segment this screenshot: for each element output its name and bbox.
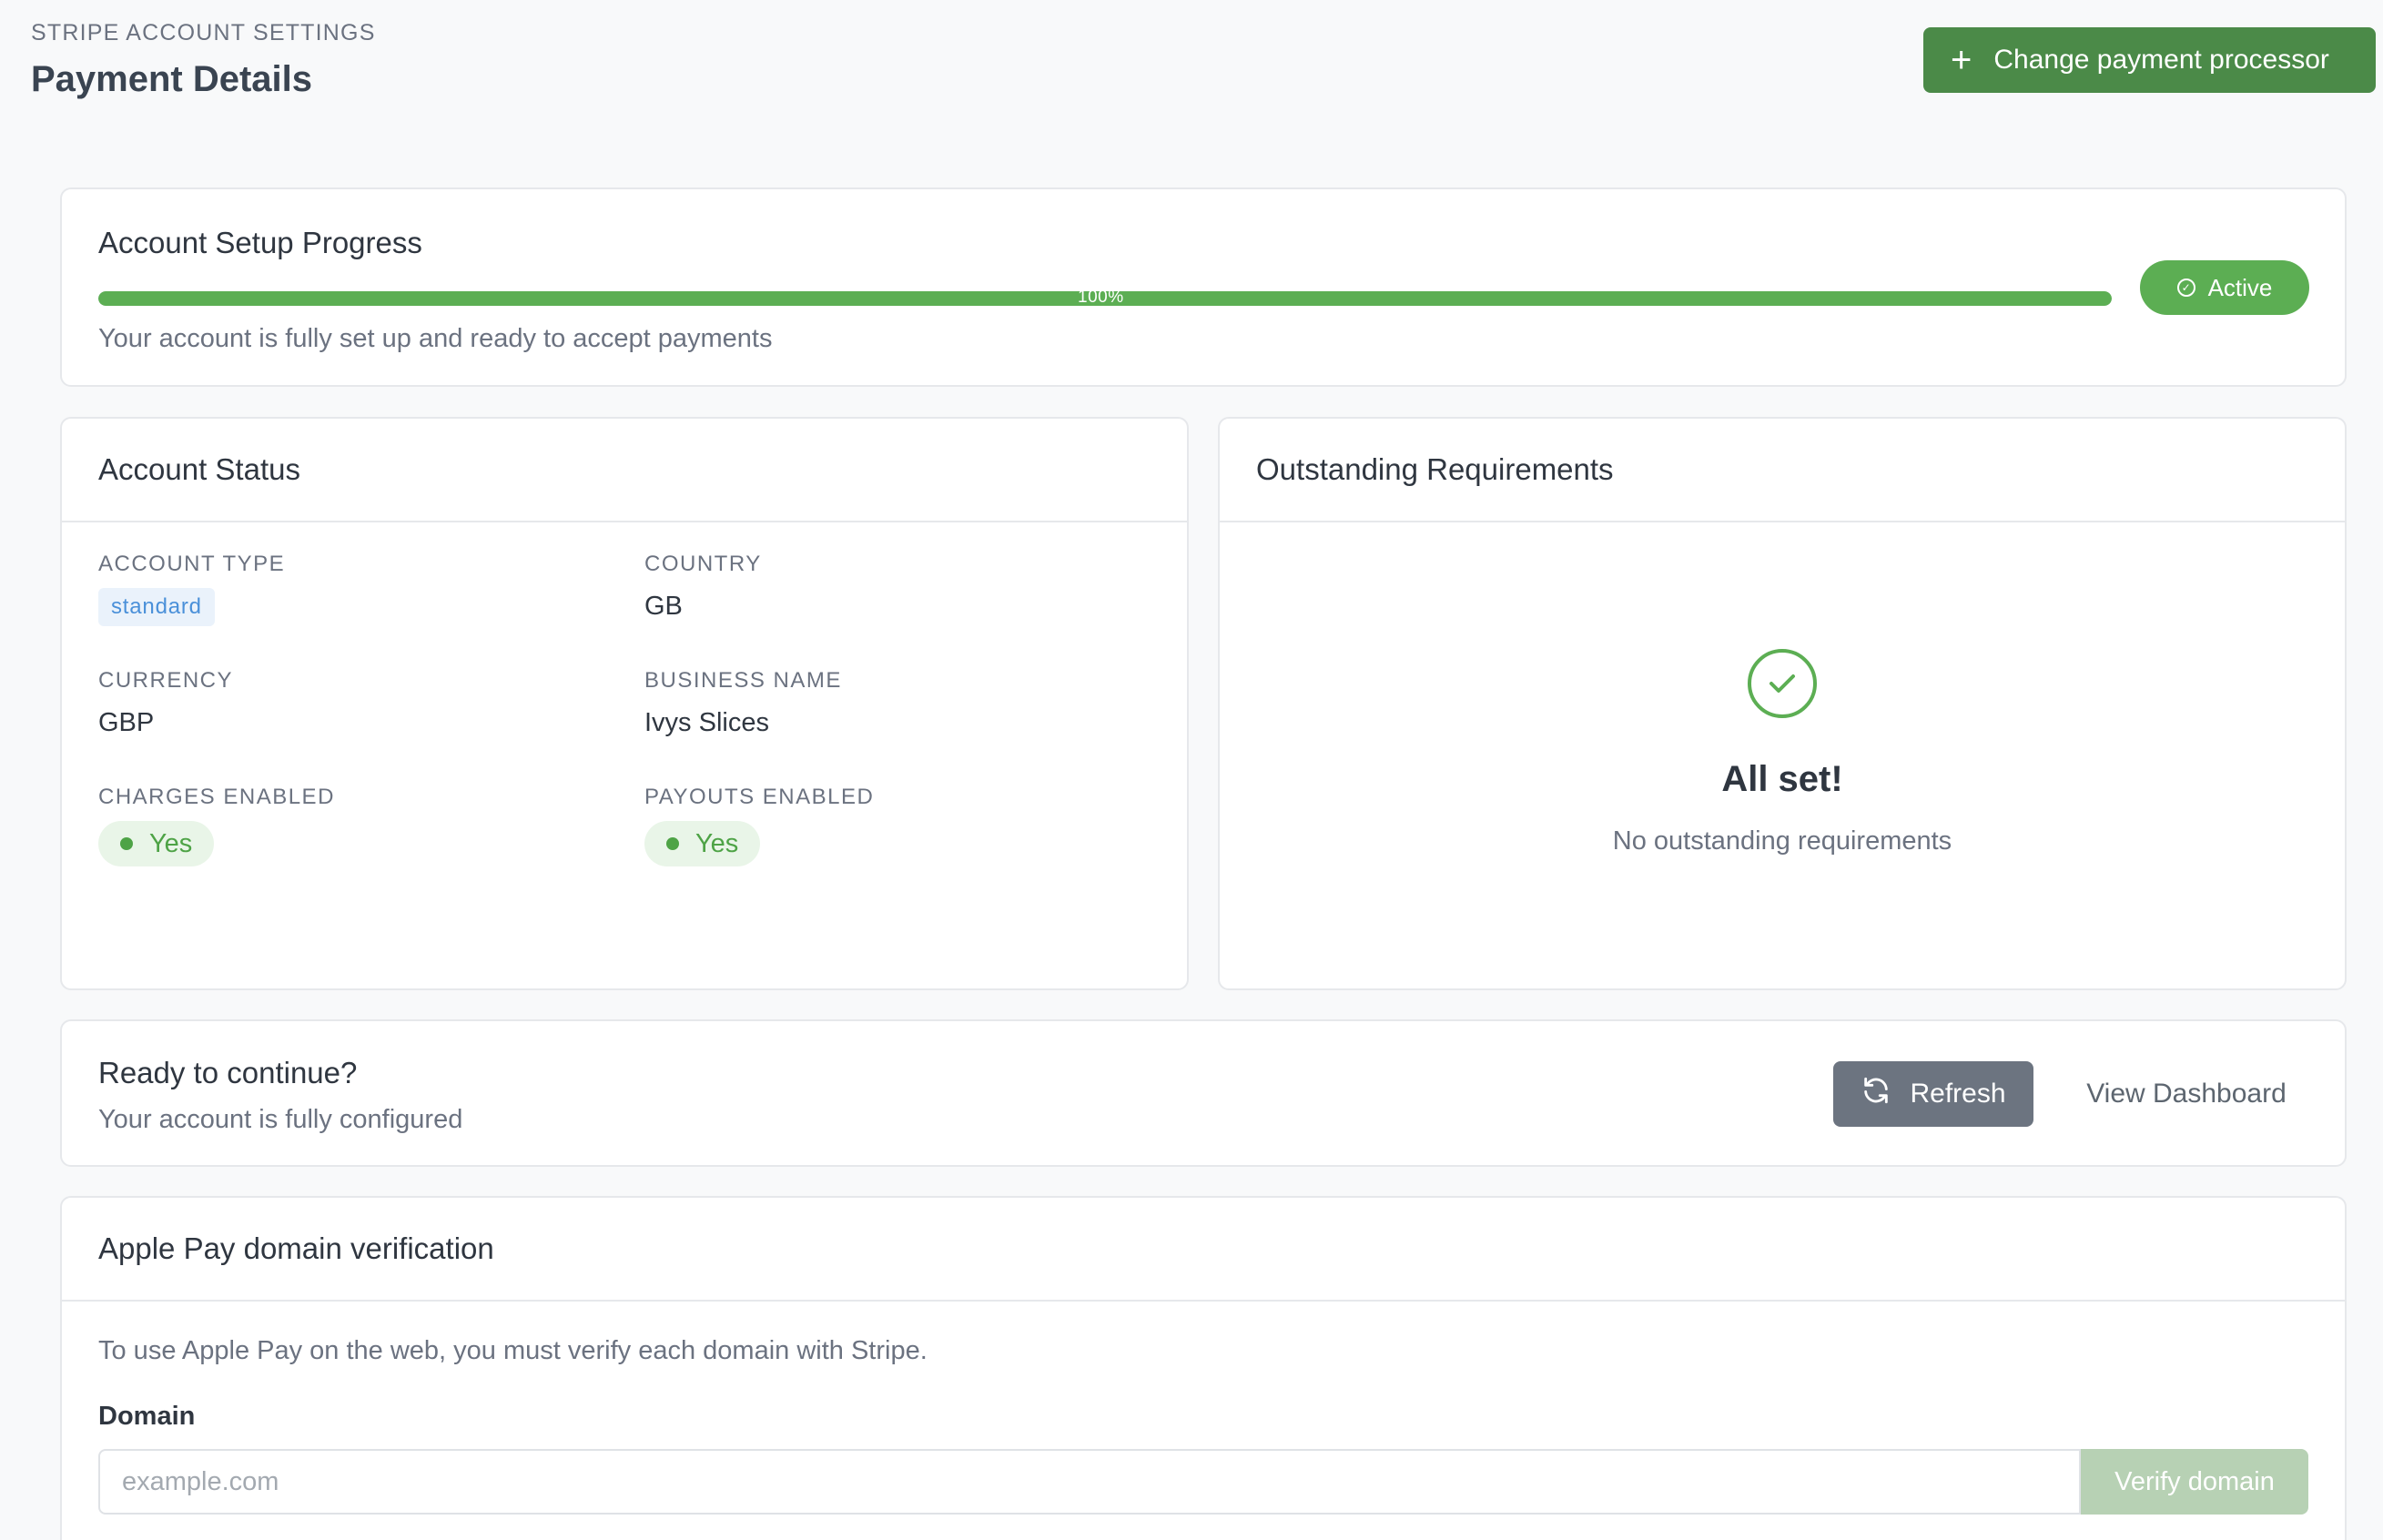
business-name-field: BUSINESS NAME Ivys Slices xyxy=(644,668,842,738)
page-eyebrow: STRIPE ACCOUNT SETTINGS xyxy=(31,20,376,46)
business-name-value: Ivys Slices xyxy=(644,708,769,737)
charges-enabled-value: Yes xyxy=(149,828,193,858)
requirements-title: Outstanding Requirements xyxy=(1256,452,1614,486)
continue-title: Ready to continue? xyxy=(98,1056,358,1089)
currency-label: CURRENCY xyxy=(98,668,234,693)
change-payment-processor-button[interactable]: + Change payment processor xyxy=(1923,27,2376,93)
apple-pay-verification-card: Apple Pay domain verification To use App… xyxy=(60,1196,2347,1540)
status-dot-icon xyxy=(666,837,679,850)
currency-value: GBP xyxy=(98,708,155,737)
payouts-enabled-badge: Yes xyxy=(644,821,761,866)
charges-enabled-field: CHARGES ENABLED Yes xyxy=(98,785,335,866)
page-title: Payment Details xyxy=(31,59,313,99)
account-type-field: ACCOUNT TYPE standard xyxy=(98,552,285,626)
status-dot-icon xyxy=(120,837,133,850)
requirements-header: Outstanding Requirements xyxy=(1220,419,2345,522)
outstanding-requirements-card: Outstanding Requirements All set! No out… xyxy=(1218,417,2347,990)
no-requirements-message: No outstanding requirements xyxy=(1612,826,1952,856)
payment-details-page: STRIPE ACCOUNT SETTINGS Payment Details … xyxy=(0,0,2383,1540)
payouts-enabled-label: PAYOUTS ENABLED xyxy=(644,785,875,809)
domain-input[interactable] xyxy=(98,1449,2081,1515)
currency-field: CURRENCY GBP xyxy=(98,668,233,738)
apple-pay-description: To use Apple Pay on the web, you must ve… xyxy=(98,1336,928,1365)
domain-label: Domain xyxy=(98,1402,196,1431)
verify-domain-button[interactable]: Verify domain xyxy=(2081,1449,2308,1515)
active-status-label: Active xyxy=(2207,273,2273,301)
apple-pay-header: Apple Pay domain verification xyxy=(62,1198,2345,1302)
progress-description: Your account is fully set up and ready t… xyxy=(98,324,773,353)
active-status-badge: ✓ Active xyxy=(2140,260,2309,315)
account-status-card: Account Status ACCOUNT TYPE standard COU… xyxy=(60,417,1189,990)
country-label: COUNTRY xyxy=(644,552,762,576)
business-name-label: BUSINESS NAME xyxy=(644,668,842,693)
account-setup-progress-card: Account Setup Progress 100% Your account… xyxy=(60,187,2347,387)
all-set-heading: All set! xyxy=(1721,759,1843,799)
refresh-button[interactable]: Refresh xyxy=(1833,1061,2033,1127)
account-status-title: Account Status xyxy=(98,452,300,486)
charges-enabled-badge: Yes xyxy=(98,821,215,866)
progress-title: Account Setup Progress xyxy=(98,226,422,259)
check-circle-icon: ✓ xyxy=(2176,279,2195,297)
country-value: GB xyxy=(644,592,683,621)
refresh-icon xyxy=(1861,1075,1891,1113)
account-status-header: Account Status xyxy=(62,419,1187,522)
payouts-enabled-value: Yes xyxy=(695,828,739,858)
setup-progress-value: 100% xyxy=(1078,288,1124,307)
charges-enabled-label: CHARGES ENABLED xyxy=(98,785,335,809)
country-field: COUNTRY GB xyxy=(644,552,762,622)
refresh-label: Refresh xyxy=(1910,1079,2006,1109)
account-type-label: ACCOUNT TYPE xyxy=(98,552,286,576)
account-type-badge: standard xyxy=(98,588,215,626)
payouts-enabled-field: PAYOUTS ENABLED Yes xyxy=(644,785,874,866)
change-payment-processor-label: Change payment processor xyxy=(1993,45,2329,75)
apple-pay-title: Apple Pay domain verification xyxy=(98,1231,494,1265)
page-header: STRIPE ACCOUNT SETTINGS Payment Details xyxy=(31,20,376,100)
ready-to-continue-card: Ready to continue? Your account is fully… xyxy=(60,1019,2347,1167)
plus-icon: + xyxy=(1951,40,1972,80)
continue-description: Your account is fully configured xyxy=(98,1105,463,1134)
check-circle-icon xyxy=(1748,649,1817,718)
view-dashboard-button[interactable]: View Dashboard xyxy=(2070,1061,2303,1127)
